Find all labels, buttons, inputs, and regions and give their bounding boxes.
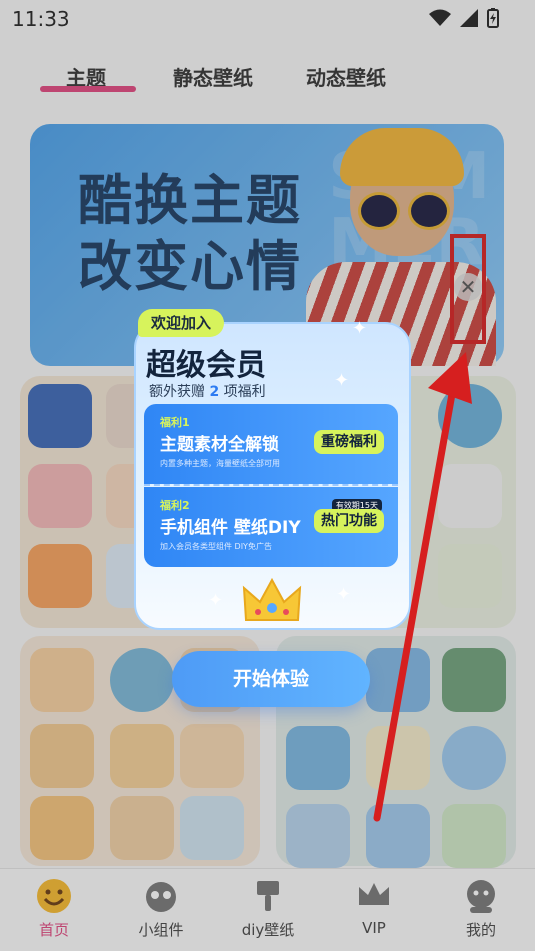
annotation-arrow	[373, 352, 472, 822]
